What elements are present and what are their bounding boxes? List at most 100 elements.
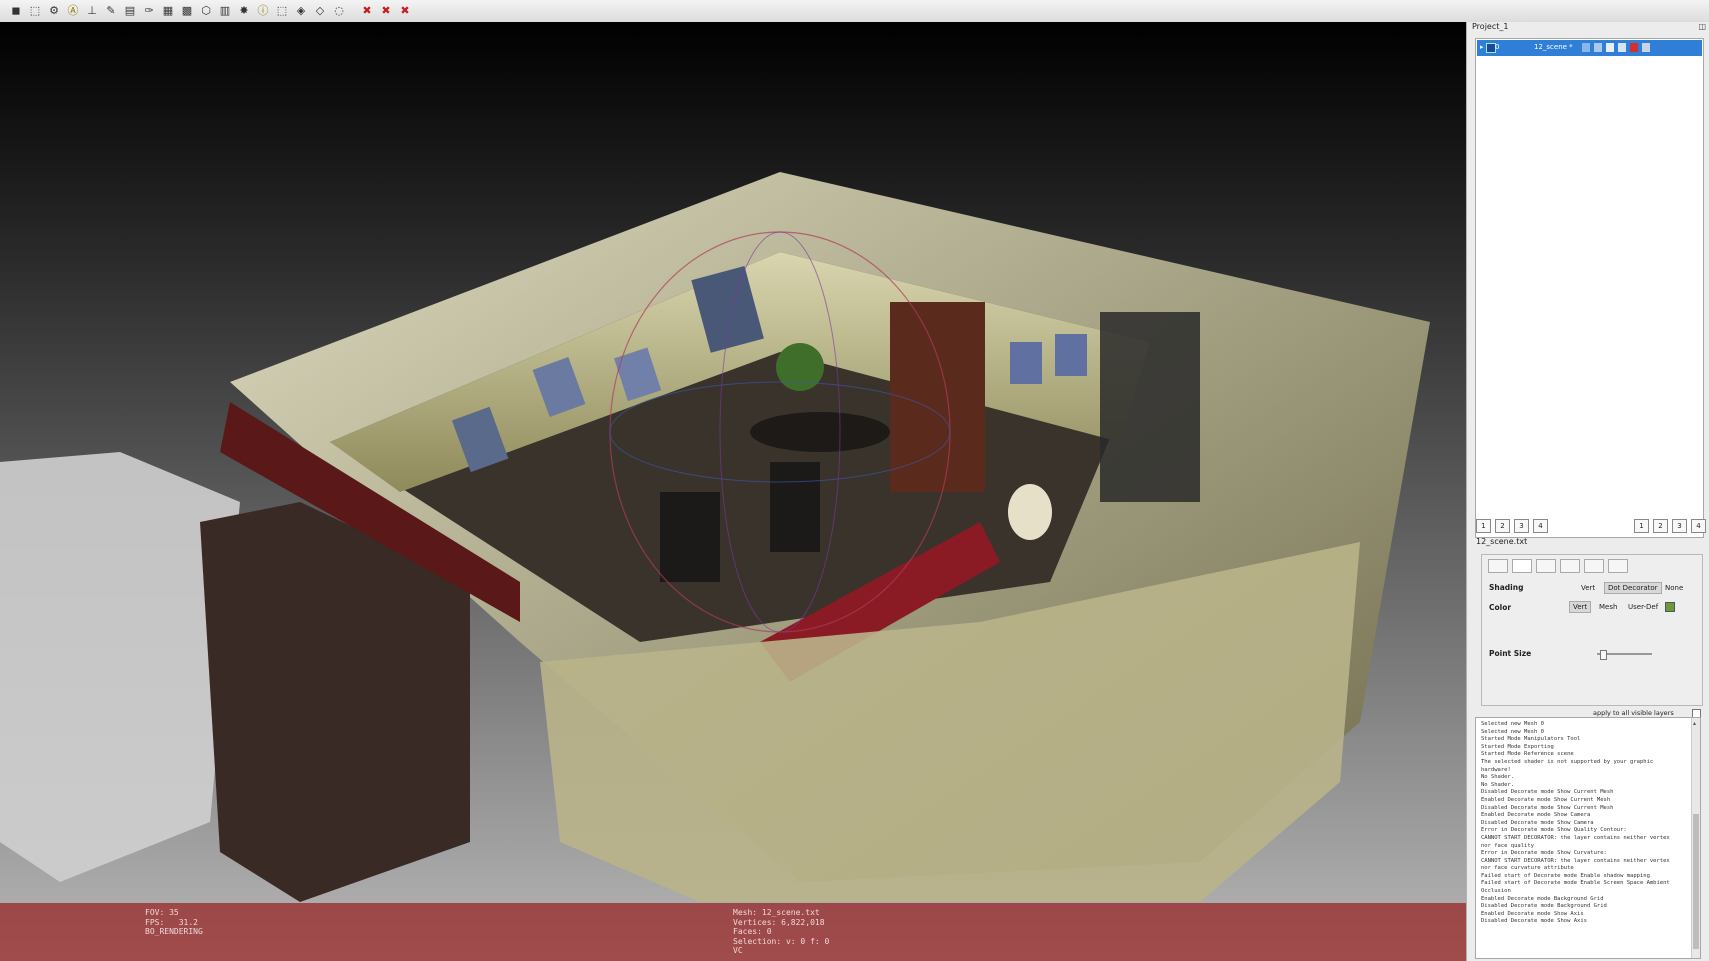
color-mesh-option[interactable]: Mesh [1599,603,1617,611]
view-button-right-1[interactable]: 1 [1634,519,1649,533]
log-line: Error in Decorate mode Show Quality Cont… [1481,827,1627,834]
point-size-label: Point Size [1489,649,1532,658]
shading-dot-decorator-option[interactable]: Dot Decorator [1604,582,1662,594]
point-size-slider-handle[interactable] [1599,650,1607,660]
log-line: Failed start of Decorate mode Enable Scr… [1481,880,1670,887]
log-line: hardware! [1481,766,1511,773]
shading-none-option[interactable]: None [1665,584,1683,592]
log-line: Enabled Decorate mode Show Current Mesh [1481,796,1611,803]
tab-bbox-icon[interactable] [1608,559,1628,573]
log-line: Occlusion [1481,888,1511,895]
fps-readout: FPS: 31.2 [145,917,198,927]
log-line: No Shader. [1481,781,1515,788]
wireframe-icon[interactable]: ⬡ [198,3,214,19]
apply-all-label: apply to all visible layers [1593,709,1674,717]
point-size-slider[interactable] [1597,650,1652,660]
color-label: Color [1489,603,1512,612]
info-icon[interactable]: ⓘ [255,3,271,19]
log-line: Disabled Decorate mode Background Grid [1481,903,1607,910]
panel-float-icon[interactable]: ◫ [1698,22,1706,31]
round-table [750,412,890,452]
log-window[interactable]: Selected new Mesh 0 Selected new Mesh 0 St… [1475,717,1701,959]
layer-tree[interactable]: ▸ 0 12_scene * [1475,38,1704,538]
log-line: Disabled Decorate mode Show Current Mesh [1481,789,1614,796]
layer-raster-icon[interactable] [1618,43,1626,52]
color-vert-option[interactable]: Vert [1569,601,1592,613]
log-line: Disabled Decorate mode Show Current Mesh [1481,804,1614,811]
layer-name[interactable]: 12_scene * [1534,43,1573,51]
user-color-swatch[interactable] [1665,602,1675,612]
layer-props-icon[interactable] [1582,43,1590,52]
shading-label: Shading [1489,583,1524,592]
brush-icon[interactable]: ✎ [103,3,119,19]
view-button-right-2[interactable]: 2 [1653,519,1668,533]
log-line: Selected new Mesh 0 [1481,728,1544,735]
view-button-left-2[interactable]: 2 [1495,519,1510,533]
settings-icon[interactable]: ⚙ [46,3,62,19]
info-overlay: FOV: 35 FPS: 31.2 BO_RENDERING Mesh: 12_… [0,903,1466,961]
log-line: Disabled Decorate mode Show Axis [1481,918,1587,925]
tab-texture-icon[interactable] [1584,559,1604,573]
view-button-left-4[interactable]: 4 [1533,519,1548,533]
shading-vert-option[interactable]: Vert [1581,584,1595,592]
expand-icon[interactable]: ▸ [1480,43,1484,51]
tab-dots-icon[interactable] [1512,559,1532,573]
vertices-readout: Vertices: 6,822,018 [733,917,825,927]
lamp-shade [1008,484,1052,540]
log-line: nor face quality [1481,842,1534,849]
layer-row[interactable]: ▸ 0 12_scene * [1477,40,1702,56]
grid-icon[interactable]: ▩ [179,3,195,19]
log-line: Started Mode Exporting [1481,743,1554,750]
scroll-up-icon[interactable]: ▴ [1693,720,1699,727]
select-verts-icon[interactable]: ◇ [312,3,328,19]
picture-frame [1010,342,1042,384]
select-icon[interactable]: ⬚ [274,3,290,19]
doorway [890,302,985,492]
log-line: Error in Decorate mode Show Curvature: [1481,850,1607,857]
annotate-icon[interactable]: Ⓐ [65,3,81,19]
chair [660,492,720,582]
layer-camera-icon[interactable] [1642,43,1650,52]
view-button-left-3[interactable]: 3 [1514,519,1529,533]
open-icon[interactable]: ◼ [8,3,24,19]
select-connected-icon[interactable]: ◌ [331,3,347,19]
picture-frame [1055,334,1087,376]
log-line: No Shader. [1481,774,1515,781]
chart-icon[interactable]: ▥ [217,3,233,19]
delete-faces-icon[interactable]: ✖ [378,3,394,19]
select-faces-icon[interactable]: ◈ [293,3,309,19]
log-line: CANNOT START DECORATOR: the layer contai… [1481,857,1670,864]
layer-doc-icon[interactable] [1606,43,1614,52]
texture-icon[interactable]: ▦ [160,3,176,19]
log-scrollbar-thumb[interactable] [1693,814,1699,949]
tab-flat-icon[interactable] [1560,559,1580,573]
print-icon[interactable]: ▤ [122,3,138,19]
view-button-right-3[interactable]: 3 [1672,519,1687,533]
log-line: Selected new Mesh 0 [1481,721,1544,727]
plant [776,343,824,391]
delete-icon[interactable]: ✖ [359,3,375,19]
delete-verts-icon[interactable]: ✖ [397,3,413,19]
faces-readout: Faces: 0 [733,927,772,936]
log-line: Enabled Decorate mode Show Camera [1481,812,1591,819]
paint-icon[interactable]: ✑ [141,3,157,19]
3d-viewport[interactable]: FOV: 35 FPS: 31.2 BO_RENDERING Mesh: 12_… [0,22,1466,961]
layer-delete-icon[interactable] [1630,43,1638,52]
axes-icon[interactable]: ⊥ [84,3,100,19]
view-button-left-1[interactable]: 1 [1476,519,1491,533]
log-line: Failed start of Decorate mode Enable sha… [1481,872,1650,879]
star-icon[interactable]: ✸ [236,3,252,19]
tab-points-icon[interactable] [1488,559,1508,573]
layer-panel: Project_1 ◫ ▸ 0 12_scene * 1234 1234 12_… [1466,22,1709,961]
vc-readout: VC [733,946,743,955]
log-scrollbar[interactable]: ▴ [1691,718,1700,958]
tab-wireframe-icon[interactable] [1536,559,1556,573]
view-button-right-4[interactable]: 4 [1691,519,1706,533]
layer-mesh-icon[interactable] [1594,43,1602,52]
save-icon[interactable]: ⬚ [27,3,43,19]
log-line: nor face curvature attribute [1481,865,1574,872]
color-user-def-option[interactable]: User-Def [1628,603,1658,611]
log-line: Started Mode Manipulators Tool [1481,736,1581,743]
point-cloud-scene[interactable] [0,22,1466,961]
fov-readout: FOV: 35 [145,908,179,917]
